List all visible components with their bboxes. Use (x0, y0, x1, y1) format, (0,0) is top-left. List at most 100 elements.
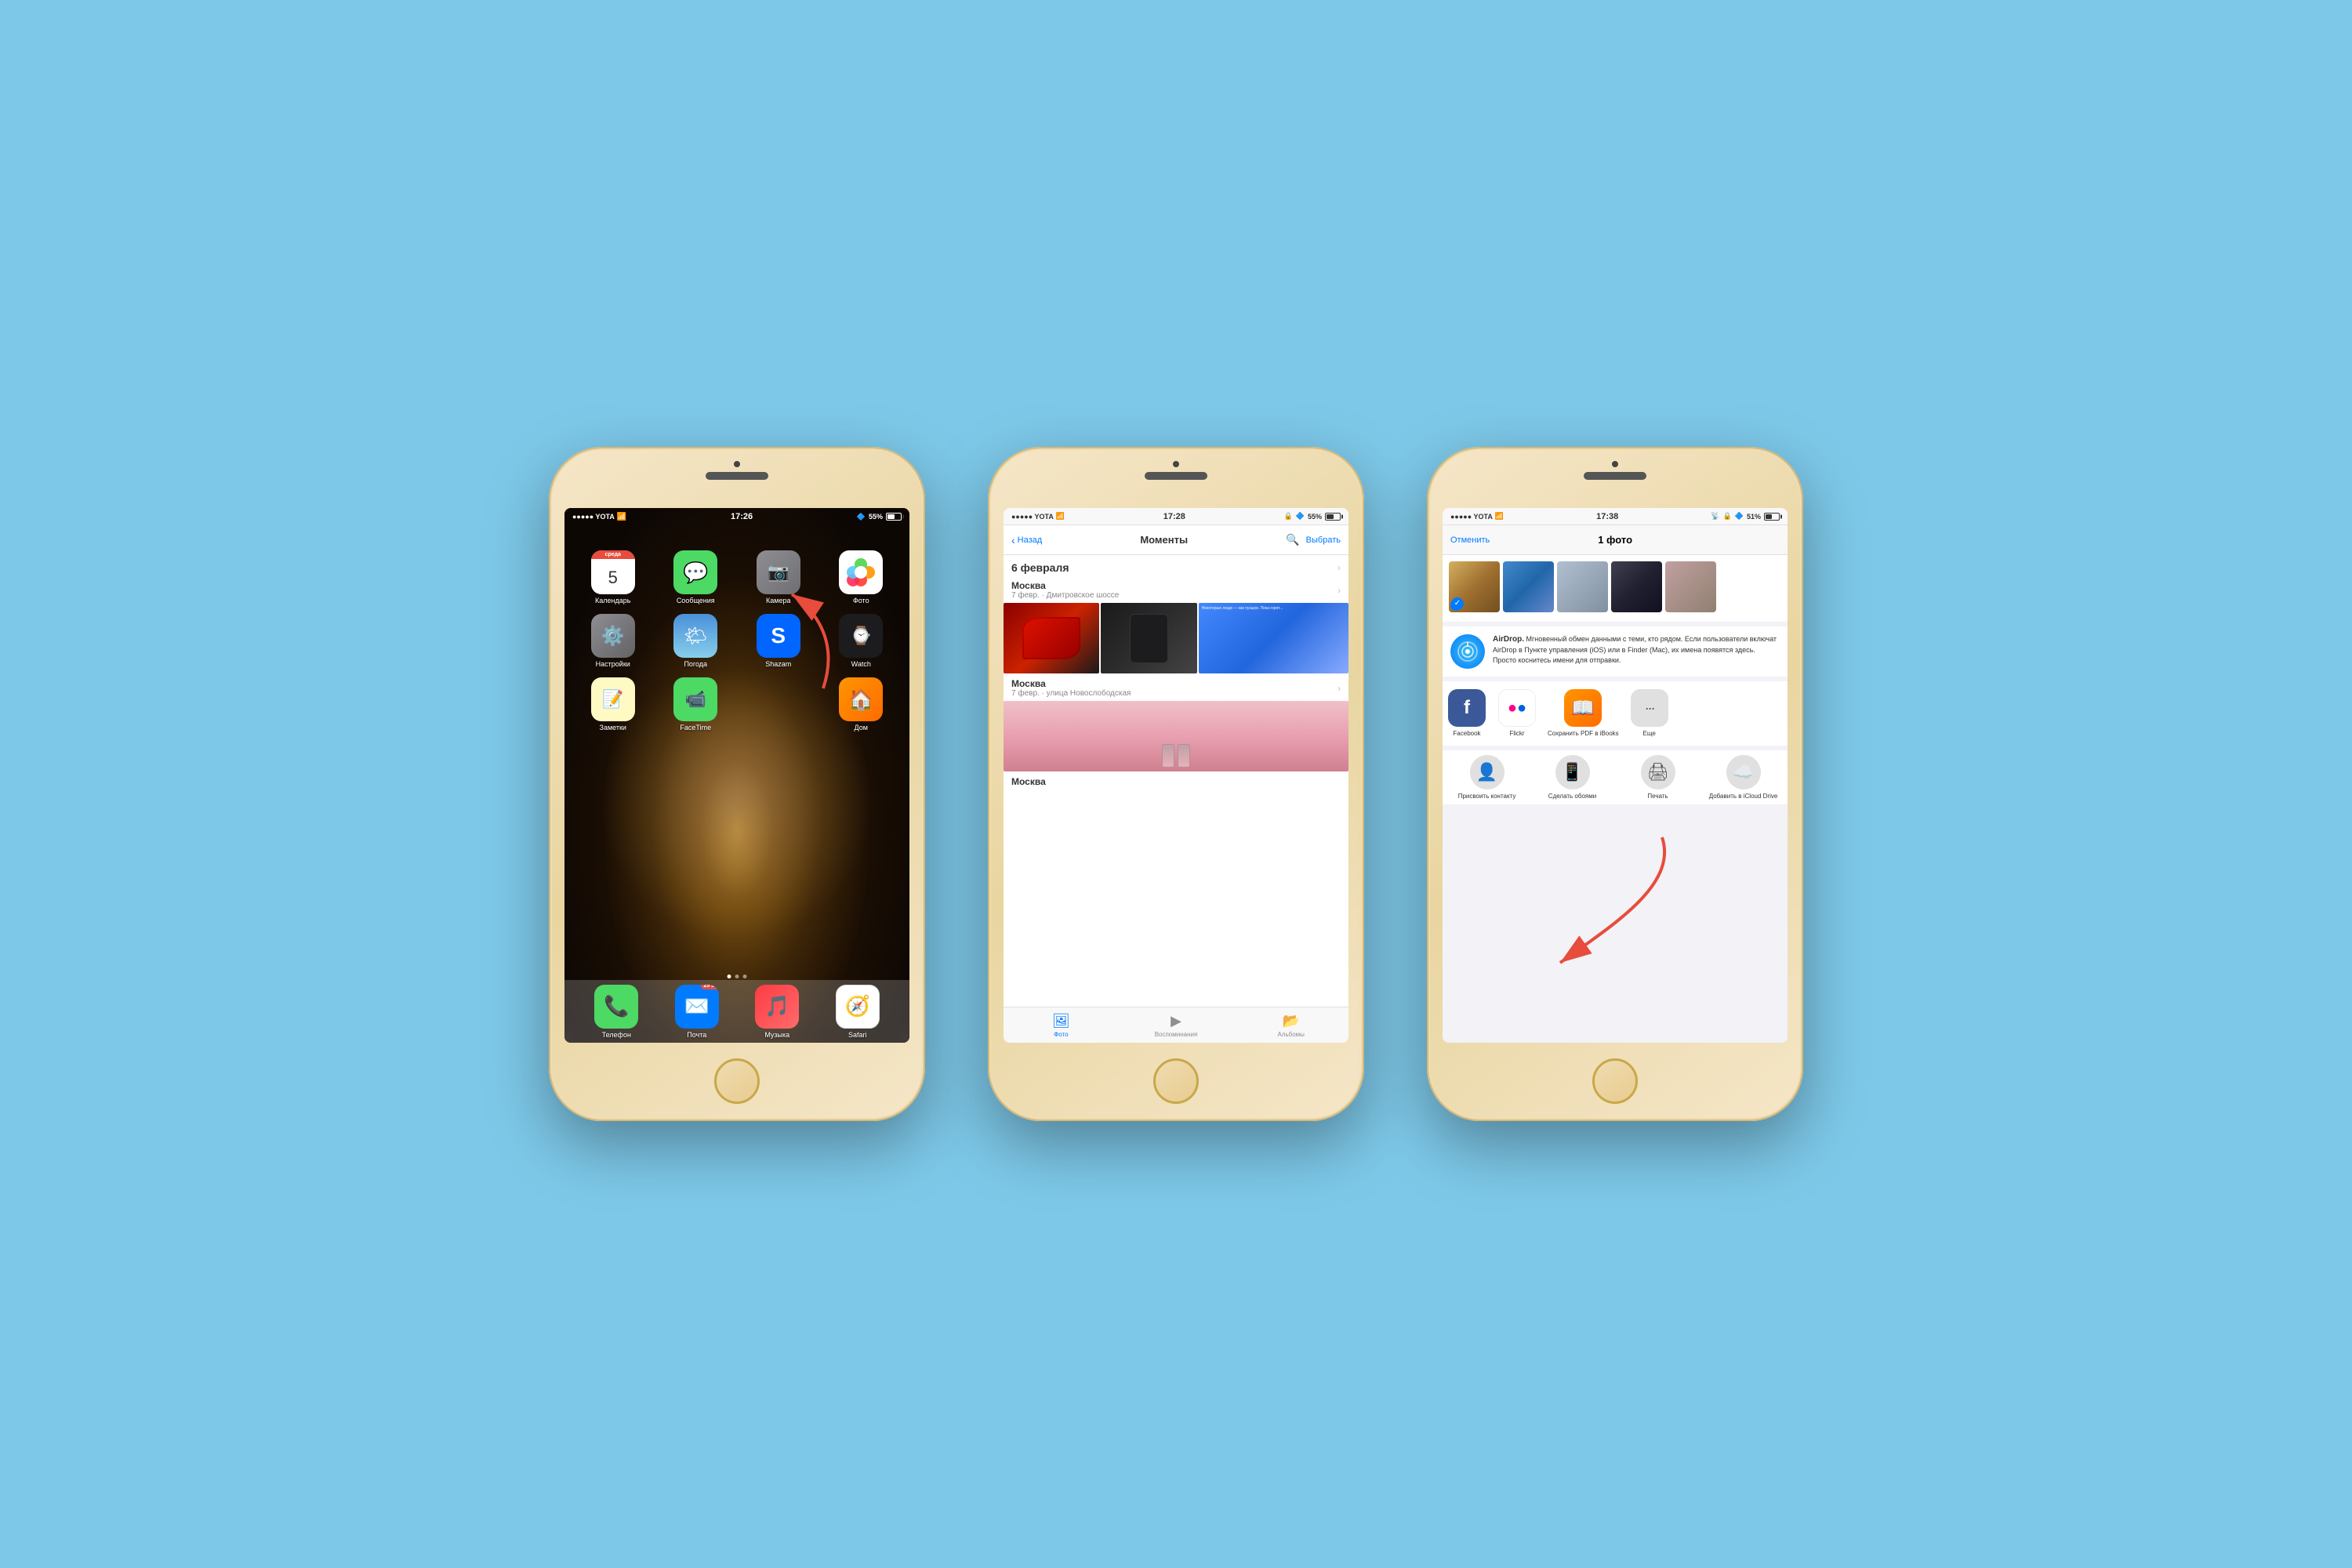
photo-row-2 (1004, 701, 1348, 771)
app-camera-label: Камера (766, 597, 790, 604)
dock: 📞 Телефон ✉️ 25 340 Почта 🎵 Музыка (564, 980, 909, 1043)
tab-memories[interactable]: ▶ Воспоминания (1119, 1007, 1234, 1043)
share-app-more[interactable]: ··· Еще (1630, 689, 1669, 738)
app-weather[interactable]: 🌤 Погода (659, 614, 733, 668)
photo-row-1: Некоторые люди — как пузыри. Пока горят.… (1004, 603, 1348, 673)
app-shazam[interactable]: S Shazam (742, 614, 815, 668)
tab-albums[interactable]: 📂 Альбомы (1233, 1007, 1348, 1043)
share-app-ibooks[interactable]: 📖 Сохранить PDF в iBooks (1548, 689, 1619, 738)
flickr-label: Flickr (1509, 730, 1524, 738)
photo-strip: ✓ (1443, 555, 1788, 622)
page-dots (728, 975, 747, 978)
app-messages[interactable]: 💬 Сообщения (659, 550, 733, 604)
tab-memories-label: Воспоминания (1155, 1031, 1198, 1038)
status-bar-3: ●●●●● YOTA 📶 17:38 📡 🔒 🔷 51% (1443, 508, 1788, 525)
battery-text-3: 51% (1747, 513, 1761, 521)
airdrop-section: AirDrop. Мгновенный обмен данными с теми… (1443, 626, 1788, 677)
home-button-1[interactable] (714, 1058, 760, 1104)
search-icon-2[interactable]: 🔍 (1286, 533, 1299, 546)
moments-title: Моменты (1140, 534, 1188, 546)
app-facetime-label: FaceTime (680, 724, 711, 731)
dock-music-label: Музыка (764, 1031, 789, 1039)
action-contact[interactable]: 👤 Присвоить контакту (1447, 755, 1526, 800)
app-watch[interactable]: ⌚ Watch (825, 614, 898, 668)
back-label: Назад (1018, 535, 1043, 545)
facebook-label: Facebook (1453, 730, 1480, 738)
page-dot-2 (735, 975, 739, 978)
battery-icon-3 (1764, 513, 1780, 521)
status-left-1: ●●●●● YOTA 📶 (572, 513, 626, 521)
dock-music[interactable]: 🎵 Музыка (755, 985, 799, 1039)
app-notes[interactable]: 📝 Заметки (576, 677, 650, 731)
share-app-facebook[interactable]: f Facebook (1447, 689, 1486, 738)
app-camera[interactable]: 📷 Камера (742, 550, 815, 604)
speaker-2 (1145, 472, 1207, 480)
strip-photo-5[interactable] (1665, 561, 1716, 612)
app-home-label: Дом (855, 724, 868, 731)
dock-safari-label: Safari (848, 1031, 867, 1039)
tab-albums-label: Альбомы (1277, 1031, 1304, 1038)
back-button[interactable]: ‹ Назад (1011, 534, 1042, 546)
date-chevron: › (1338, 562, 1341, 573)
share-app-flickr[interactable]: ●● Flickr (1497, 689, 1537, 738)
home-button-3[interactable] (1592, 1058, 1638, 1104)
photo-text[interactable]: Некоторые люди — как пузыри. Пока горят.… (1199, 603, 1348, 673)
strip-photo-1[interactable]: ✓ (1449, 561, 1500, 612)
app-facetime[interactable]: 📹 FaceTime (659, 677, 733, 731)
carrier-2: ●●●●● YOTA (1011, 513, 1054, 521)
home-button-2[interactable] (1153, 1058, 1199, 1104)
app-calendar[interactable]: среда 5 Календарь (576, 550, 650, 604)
cancel-button[interactable]: Отменить (1450, 535, 1490, 545)
carrier-1: ●●●●● YOTA (572, 513, 615, 521)
speaker-3 (1584, 472, 1646, 480)
share-sheet-screen: ●●●●● YOTA 📶 17:38 📡 🔒 🔷 51% Отменить 1 … (1443, 508, 1788, 1043)
strip-photo-4[interactable] (1611, 561, 1662, 612)
facebook-icon: f (1448, 689, 1486, 727)
more-icon: ··· (1631, 689, 1668, 727)
status-right-2: 🔒 🔷 55% (1284, 512, 1341, 521)
action-icloud[interactable]: ☁️ Добавить в iCloud Drive (1704, 755, 1783, 800)
icloud-label: Добавить в iCloud Drive (1709, 793, 1778, 800)
strip-photo-3[interactable] (1557, 561, 1608, 612)
mail-badge: 25 340 (701, 985, 718, 989)
photo-speakers[interactable] (1004, 603, 1099, 673)
location-1-header: Москва 7 февр. · Дмитровское шоссе › (1004, 577, 1348, 603)
app-shazam-label: Shazam (765, 660, 791, 668)
action-wallpaper[interactable]: 📱 Сделать обоями (1533, 755, 1612, 800)
contact-label: Присвоить контакту (1458, 793, 1516, 800)
speaker-1 (706, 472, 768, 480)
location-2-header: Москва 7 февр. · улица Новослободская › (1004, 675, 1348, 701)
app-photos-label: Фото (853, 597, 869, 604)
city-2: Москва (1011, 678, 1131, 689)
app-settings[interactable]: ⚙️ Настройки (576, 614, 650, 668)
app-grid: среда 5 Календарь 💬 Сообщения 📷 Камера (564, 543, 909, 739)
tab-photos[interactable]: 🖼 Фото (1004, 1007, 1119, 1043)
action-print[interactable]: 🖨 Печать (1618, 755, 1697, 800)
airdrop-title: AirDrop. (1493, 635, 1524, 644)
city-3: Москва (1011, 776, 1341, 787)
moments-content[interactable]: 6 февраля › Москва 7 февр. · Дмитровское… (1004, 555, 1348, 1011)
app-home[interactable]: 🏠 Дом (825, 677, 898, 731)
dock-phone-label: Телефон (602, 1031, 631, 1039)
detail-1: 7 февр. · Дмитровское шоссе (1011, 591, 1119, 600)
dock-mail[interactable]: ✉️ 25 340 Почта (675, 985, 719, 1039)
app-watch-label: Watch (851, 660, 871, 668)
more-label: Еще (1643, 730, 1656, 738)
screen-3: ●●●●● YOTA 📶 17:38 📡 🔒 🔷 51% Отменить 1 … (1443, 508, 1788, 1043)
app-photos[interactable]: Фото (825, 550, 898, 604)
page-dot-3 (743, 975, 747, 978)
airdrop-description: AirDrop. Мгновенный обмен данными с теми… (1493, 634, 1780, 665)
strip-photo-2[interactable] (1503, 561, 1554, 612)
select-button[interactable]: Выбрать (1306, 535, 1341, 545)
battery-fill-2 (1327, 514, 1334, 519)
photos-nav: ‹ Назад Моменты 🔍 Выбрать (1004, 525, 1348, 555)
ibooks-icon: 📖 (1564, 689, 1602, 727)
dock-safari[interactable]: 🧭 Safari (836, 985, 880, 1039)
dock-phone[interactable]: 📞 Телефон (594, 985, 638, 1039)
screen-1: ●●●●● YOTA 📶 17:26 🔷 55% среда (564, 508, 909, 1043)
wifi-icon-1: 📶 (617, 513, 626, 521)
photo-iphone-dark[interactable] (1101, 603, 1196, 673)
home-screen: ●●●●● YOTA 📶 17:26 🔷 55% среда (564, 508, 909, 1043)
photo-pink-phones[interactable] (1004, 701, 1348, 771)
print-label: Печать (1647, 793, 1668, 800)
